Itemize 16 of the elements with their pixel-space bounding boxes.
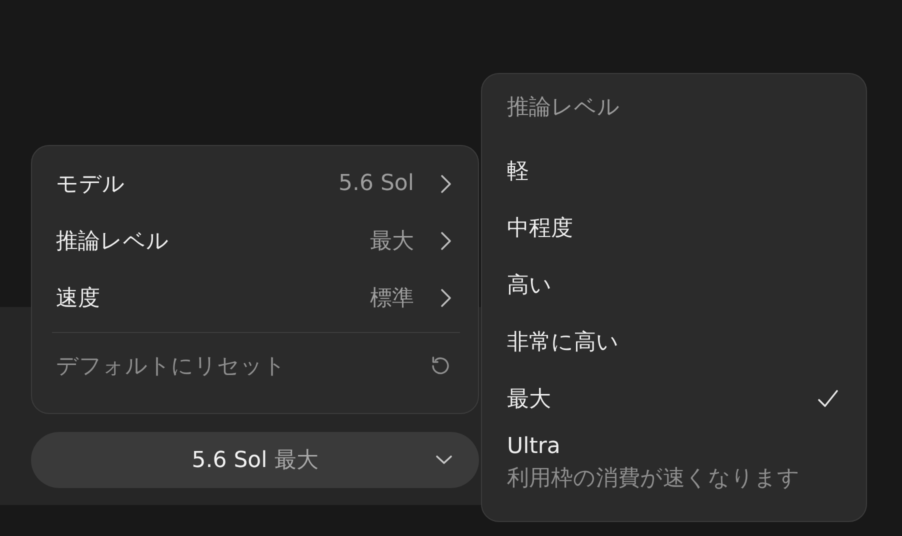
chevron-right-icon [440,230,452,250]
menu-option[interactable]: 高い [507,256,840,313]
chevron-down-icon [435,455,453,465]
option-description: 利用枠の消費が速くなります [507,465,801,493]
menu-option[interactable]: 最大 [507,370,840,427]
chevron-right-icon [440,174,452,194]
menu-item[interactable]: 推論レベル 最大 [56,212,452,269]
chevron-right-icon [440,288,452,308]
menu-option[interactable]: Ultra 利用枠の消費が速くなります [507,427,840,511]
menu-heading: 推論レベル [507,94,621,122]
menu-option[interactable]: 軽 [507,142,840,199]
menu-item[interactable]: モデル 5.6 Sol [56,155,452,212]
menu-option[interactable]: 非常に高い [507,313,840,370]
menu-option[interactable]: 中程度 [507,199,840,256]
model-button[interactable]: 5.6 Sol 最大 [31,432,479,488]
menu-item[interactable]: 速度 標準 [56,269,452,326]
